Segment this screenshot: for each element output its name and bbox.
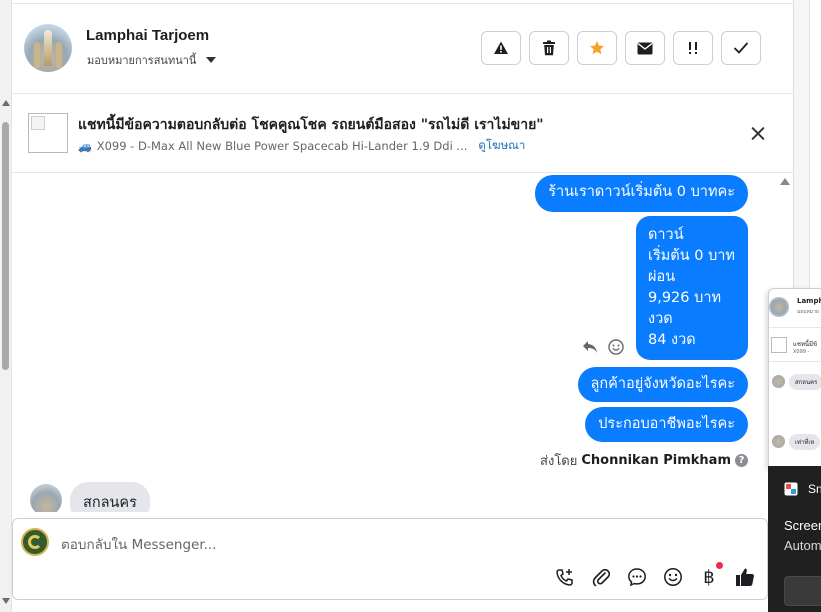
payment-button[interactable]: ฿ (698, 562, 723, 588)
message-line: 9,926 บาท (648, 290, 722, 306)
sent-by-label: ส่งโดย Chonnikan Pimkham ? (540, 450, 748, 471)
warning-icon (494, 41, 508, 54)
ad-name: X099 - D-Max All New Blue Power Spacecab… (96, 139, 468, 153)
scroll-up-arrow-icon[interactable] (2, 100, 10, 106)
sender-name: Chonnikan Pimkham (581, 453, 731, 468)
messenger-inbox-window: Lamphai Tarjoem มอบหมายการสนทนานี้ แชทนี… (0, 0, 821, 612)
composer-toolbar: ฿ (554, 562, 756, 588)
spam-button[interactable] (481, 31, 521, 65)
paperclip-icon (592, 568, 610, 587)
mark-unread-button[interactable] (625, 31, 665, 65)
preview-ad-thumb (771, 337, 787, 353)
message-line: 84 งวด (648, 332, 696, 348)
view-ad-link[interactable]: ดูโฆษณา (478, 137, 525, 155)
scroll-down-arrow-icon[interactable] (2, 598, 10, 604)
incoming-message[interactable]: สกลนคร (70, 482, 150, 512)
preview-bubble: เท่าที่เห (789, 434, 821, 450)
snipping-tool-notification[interactable]: Sn Screen Autom (768, 466, 821, 612)
conversation-actions (481, 31, 761, 65)
preview-name: Lamphai (797, 297, 821, 305)
contact-avatar-small (30, 484, 62, 512)
reply-icon[interactable] (582, 340, 598, 354)
ad-reply-banner: แชทนี้มีข้อความตอบกลับต่อ โชคคูณโชค รถยน… (12, 94, 794, 173)
react-emoji-icon[interactable] (608, 339, 624, 355)
chevron-down-icon (206, 57, 217, 63)
page-avatar (21, 528, 49, 556)
notification-dot (716, 562, 723, 569)
ad-thumbnail[interactable] (28, 113, 68, 153)
preview-bubble: สกลนคร (789, 374, 821, 390)
divider (769, 361, 821, 362)
thread-scroll-up-icon[interactable] (780, 178, 790, 185)
ad-banner-subtitle: 🚙 X099 - D-Max All New Blue Power Spacec… (78, 137, 525, 155)
outgoing-message[interactable]: ร้านเราดาวน์เริ่มต้น 0 บาทคะ (535, 175, 748, 212)
close-icon[interactable] (748, 124, 768, 144)
preview-subtitle: มอบหมาย (797, 309, 819, 315)
call-plus-icon (556, 569, 573, 586)
contact-avatar[interactable] (24, 24, 72, 72)
outgoing-message[interactable]: ดาวน์ เริ่มต้น 0 บาท ผ่อน 9,926 บาท งวด … (636, 216, 748, 360)
preview-avatar (769, 297, 789, 317)
notification-title: Screen (784, 518, 821, 533)
assign-label: มอบหมายการสนทนานี้ (87, 54, 197, 67)
envelope-icon (637, 42, 653, 54)
emoji-icon (664, 568, 682, 586)
broken-image-icon (31, 116, 45, 130)
sent-by-prefix: ส่งโดย (540, 454, 578, 469)
message-line: งวด (648, 311, 673, 327)
contact-name[interactable]: Lamphai Tarjoem (86, 27, 209, 44)
mark-done-button[interactable] (721, 31, 761, 65)
notification-app-name: Sn (808, 482, 821, 496)
divider (12, 3, 794, 4)
notification-action-button[interactable] (784, 576, 821, 606)
message-hover-actions (582, 339, 624, 355)
preview-ad-subtitle: X099 - (793, 349, 810, 355)
like-button[interactable] (734, 566, 756, 588)
trash-icon (543, 40, 555, 56)
checkmark-icon (734, 42, 748, 54)
baht-icon: ฿ (703, 566, 715, 588)
preview-avatar-small (772, 435, 785, 448)
message-line: ดาวน์ (648, 227, 684, 243)
message-line: เริ่มต้น 0 บาท (648, 248, 735, 264)
exclamation-icon (689, 42, 697, 54)
preview-avatar-small (772, 375, 785, 388)
assign-conversation-dropdown[interactable]: มอบหมายการสนทนานี้ (87, 51, 217, 69)
message-thread: ร้านเราดาวน์เริ่มต้น 0 บาทคะ ดาวน์ เริ่ม… (12, 174, 794, 512)
message-composer: ตอบกลับใน Messenger... ฿ (12, 518, 768, 600)
outgoing-message[interactable]: ลูกค้าอยู่จังหวัดอะไรคะ (577, 367, 748, 402)
star-icon (590, 41, 604, 55)
attach-button[interactable] (590, 566, 612, 588)
saved-replies-button[interactable] (626, 566, 648, 588)
emoji-button[interactable] (662, 566, 684, 588)
left-scrollbar[interactable] (0, 0, 12, 612)
divider (769, 327, 821, 328)
delete-button[interactable] (529, 31, 569, 65)
follow-up-button[interactable] (673, 31, 713, 65)
snipping-tool-icon (784, 482, 798, 496)
message-line: ผ่อน (648, 269, 676, 285)
help-icon[interactable]: ? (735, 454, 748, 467)
snipping-preview-thumbnail[interactable]: Lamphai มอบหมาย แชทนี้มีข้ X099 - สกลนคร… (768, 288, 821, 468)
call-plus-button[interactable] (554, 566, 576, 588)
chat-icon (628, 568, 646, 587)
reply-input[interactable]: ตอบกลับใน Messenger... (61, 533, 561, 555)
preview-ad-title: แชทนี้มีข้ (793, 341, 818, 348)
star-button[interactable] (577, 31, 617, 65)
scrollbar-thumb[interactable] (2, 122, 9, 370)
conversation-header: Lamphai Tarjoem มอบหมายการสนทนานี้ (12, 0, 794, 94)
car-icon: 🚙 (78, 139, 92, 153)
notification-body: Autom (784, 538, 821, 553)
ad-banner-title: แชทนี้มีข้อความตอบกลับต่อ โชคคูณโชค รถยน… (78, 117, 544, 133)
outgoing-message[interactable]: ประกอบอาชีพอะไรคะ (585, 407, 748, 442)
thumbs-up-icon (736, 568, 754, 586)
